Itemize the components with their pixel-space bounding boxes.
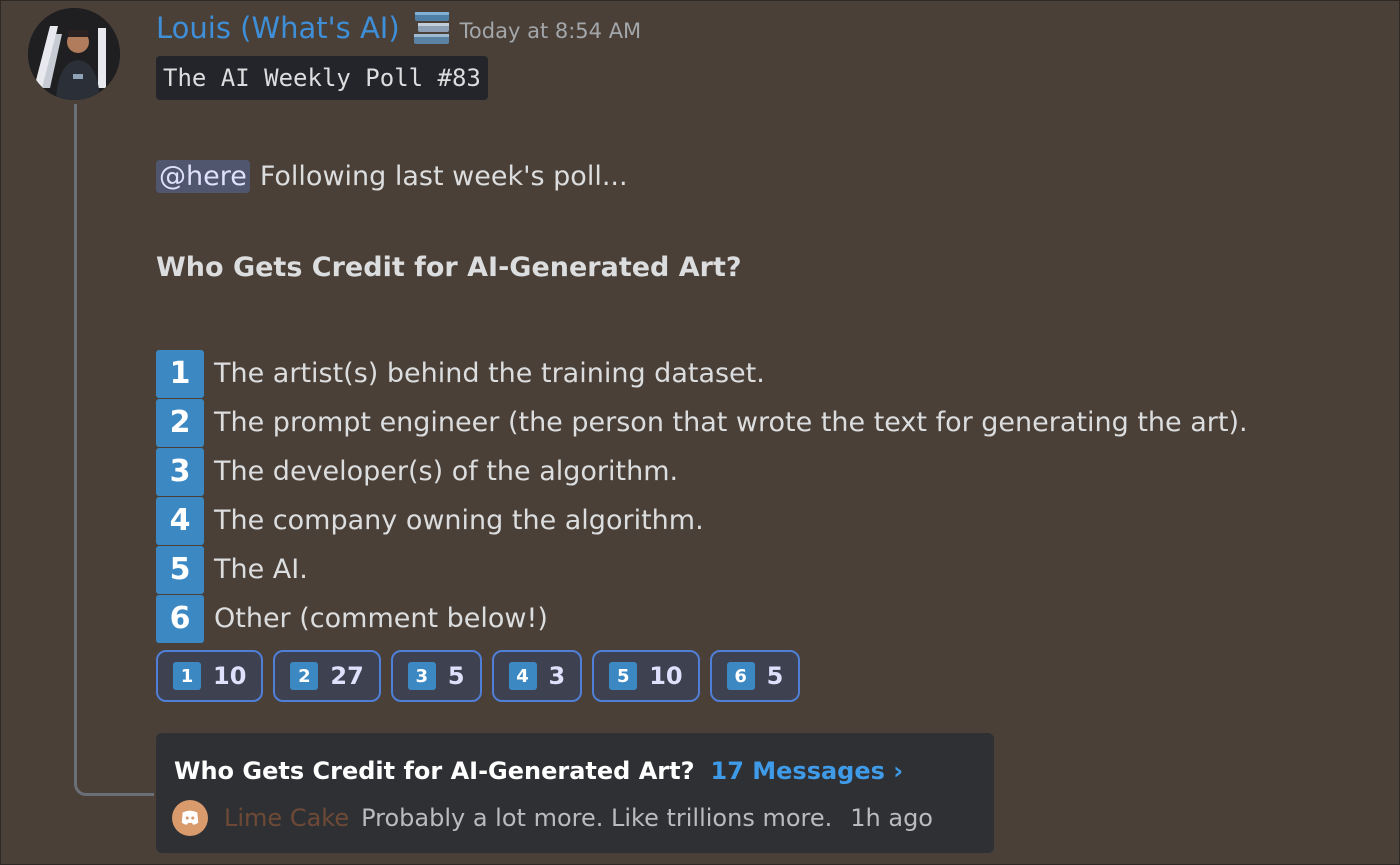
reaction-4-button[interactable]: 4 3 — [491, 650, 583, 702]
option-text: The company owning the algorithm. — [214, 505, 704, 536]
thread-last-text: Probably a lot more. Like trillions more… — [361, 804, 833, 832]
option-text: Other (comment below!) — [214, 603, 548, 634]
discord-logo-icon — [172, 800, 208, 836]
author-name[interactable]: Louis (What's AI) — [156, 11, 400, 45]
reaction-3-button[interactable]: 3 5 — [390, 650, 482, 702]
keycap-2-icon: 2 — [290, 662, 319, 690]
reaction-count: 10 — [213, 662, 247, 690]
keycap-6-icon: 6 — [156, 594, 204, 643]
keycap-4-icon: 4 — [156, 496, 204, 545]
reaction-5-button[interactable]: 5 10 — [592, 650, 700, 702]
keycap-4-icon: 4 — [508, 662, 537, 690]
reaction-count: 3 — [548, 662, 566, 690]
option-text: The prompt engineer (the person that wro… — [214, 407, 1248, 438]
thread-header: Who Gets Credit for AI-Generated Art? 17… — [174, 757, 903, 785]
message-timestamp: Today at 8:54 AM — [459, 19, 642, 43]
thread-last-time: 1h ago — [850, 804, 933, 832]
poll-option: 5 The AI. — [156, 545, 1248, 594]
reaction-2-button[interactable]: 2 27 — [273, 650, 381, 702]
option-text: The AI. — [214, 554, 308, 585]
poll-option: 3 The developer(s) of the algorithm. — [156, 447, 1248, 496]
thread-messages-link[interactable]: 17 Messages › — [711, 757, 904, 785]
poll-question: Who Gets Credit for AI-Generated Art? — [156, 252, 742, 283]
reaction-count: 27 — [330, 662, 364, 690]
books-icon — [412, 8, 452, 48]
poll-option: 2 The prompt engineer (the person that w… — [156, 398, 1248, 447]
reaction-6-button[interactable]: 6 5 — [709, 650, 801, 702]
keycap-1-icon: 1 — [173, 662, 201, 690]
author-avatar[interactable] — [28, 8, 120, 100]
intro-text: Following last week's poll... — [259, 160, 628, 192]
reaction-count: 5 — [447, 662, 465, 690]
thread-preview[interactable]: Who Gets Credit for AI-Generated Art? 17… — [156, 733, 994, 853]
poll-option: 6 Other (comment below!) — [156, 594, 1248, 643]
option-text: The developer(s) of the algorithm. — [214, 456, 679, 487]
thread-spine — [74, 104, 154, 796]
thread-name[interactable]: Who Gets Credit for AI-Generated Art? — [174, 757, 695, 785]
poll-code-title: The AI Weekly Poll #83 — [156, 56, 488, 100]
keycap-6-icon: 6 — [726, 662, 755, 690]
keycap-5-icon: 5 — [156, 545, 204, 594]
reaction-count: 5 — [766, 662, 784, 690]
poll-option: 4 The company owning the algorithm. — [156, 496, 1248, 545]
reaction-bar: 1 10 2 27 3 5 4 3 5 10 6 5 — [156, 650, 810, 702]
author-avatar-image — [28, 8, 120, 100]
reaction-1-button[interactable]: 1 10 — [156, 650, 264, 702]
keycap-3-icon: 3 — [407, 662, 436, 690]
keycap-3-icon: 3 — [156, 447, 204, 496]
poll-option: 1 The artist(s) behind the training data… — [156, 349, 1248, 398]
keycap-1-icon: 1 — [156, 349, 204, 398]
keycap-2-icon: 2 — [156, 398, 204, 447]
here-mention[interactable]: @here — [156, 159, 250, 193]
option-text: The artist(s) behind the training datase… — [214, 358, 765, 389]
intro-line: @here Following last week's poll... — [156, 155, 628, 197]
message-header: Louis (What's AI) Today at 8:54 AM — [156, 8, 641, 48]
keycap-5-icon: 5 — [609, 662, 638, 690]
thread-last-user[interactable]: Lime Cake — [224, 804, 349, 832]
thread-last-message: Lime Cake Probably a lot more. Like tril… — [172, 800, 933, 836]
poll-options: 1 The artist(s) behind the training data… — [156, 349, 1248, 643]
reaction-count: 10 — [649, 662, 683, 690]
